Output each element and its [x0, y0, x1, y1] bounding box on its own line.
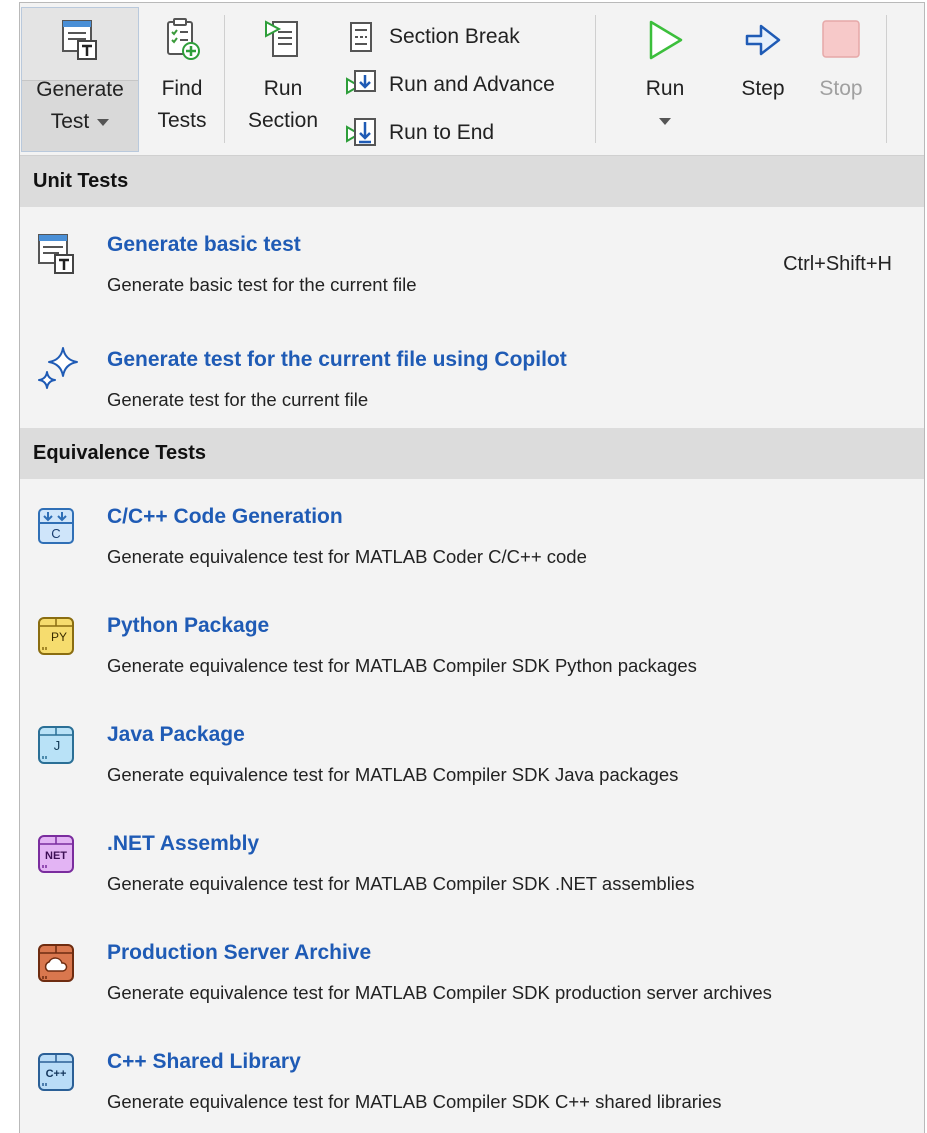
menu-item-title: Generate basic test	[107, 233, 301, 256]
java-badge-text: J	[54, 738, 61, 753]
section-break-label: Section Break	[389, 25, 520, 48]
chevron-down-icon	[97, 118, 110, 126]
menu-item-generate-basic-test[interactable]: Generate basic test Generate basic test …	[20, 207, 924, 320]
dotnet-badge-text: NET	[45, 850, 67, 862]
run-dropdown[interactable]	[659, 105, 671, 137]
run-to-end-button[interactable]: Run to End	[343, 109, 555, 157]
python-badge-text: PY	[51, 630, 67, 644]
equivalence-items: C C/C++ Code Generation Generate equival…	[20, 479, 924, 1133]
find-tests-icon	[162, 17, 202, 63]
menu-item-title: C/C++ Code Generation	[107, 505, 343, 528]
menu-item-description: Generate equivalence test for MATLAB Com…	[107, 873, 695, 894]
menu-item-description: Generate equivalence test for MATLAB Cod…	[107, 546, 587, 567]
find-tests-button[interactable]: Find Tests	[144, 7, 220, 152]
run-section-label-2: Section	[247, 109, 319, 132]
cpp-shared-library-icon: C++	[37, 1050, 77, 1096]
menu-item-description: Generate equivalence test for MATLAB Com…	[107, 655, 697, 676]
dotnet-assembly-icon: NET	[37, 832, 77, 878]
java-package-icon: J	[37, 723, 77, 769]
section-break-icon	[343, 19, 379, 55]
menu-item-cpp-shared-library[interactable]: C++ C++ Shared Library Generate equivale…	[20, 1024, 924, 1133]
python-package-icon: PY	[37, 614, 77, 660]
find-tests-label-1: Find	[161, 77, 203, 100]
section-actions: Section Break Run and Advance Run to End	[343, 13, 555, 157]
run-and-advance-label: Run and Advance	[389, 73, 555, 96]
toolbar-separator	[886, 15, 887, 143]
generate-test-label-1: Generate	[36, 78, 124, 101]
menu-item-description: Generate equivalence test for MATLAB Com…	[107, 982, 772, 1003]
toolbar-separator	[224, 15, 225, 143]
generate-test-label-2: Test	[51, 106, 110, 138]
menu-item-description: Generate equivalence test for MATLAB Com…	[107, 1091, 722, 1112]
menu-item-title: Generate test for the current file using…	[107, 348, 567, 371]
test-doc-icon	[37, 233, 77, 279]
menu-item-java-package[interactable]: J Java Package Generate equivalence test…	[20, 697, 924, 806]
stop-icon	[821, 17, 861, 63]
test-menu-window: Generate Test Find Tests Run Section Sec…	[19, 2, 925, 1133]
copilot-sparkle-icon	[37, 342, 78, 389]
menu-item-dotnet-assembly[interactable]: NET .NET Assembly Generate equivalence t…	[20, 806, 924, 915]
menu-item-title: Production Server Archive	[107, 941, 372, 964]
menu-item-generate-copilot-test[interactable]: Generate test for the current file using…	[20, 320, 924, 428]
step-icon	[743, 17, 783, 63]
menu-item-description: Generate test for the current file	[107, 389, 369, 410]
toolbar-separator	[595, 15, 596, 143]
run-label: Run	[645, 77, 685, 100]
run-button[interactable]: Run	[625, 7, 705, 152]
run-and-advance-button[interactable]: Run and Advance	[343, 61, 555, 109]
toolbar: Generate Test Find Tests Run Section Sec…	[20, 3, 924, 156]
keyboard-shortcut: Ctrl+Shift+H	[783, 253, 892, 275]
menu-item-title: Java Package	[107, 723, 245, 746]
run-section-label-1: Run	[263, 77, 303, 100]
menu-item-title: .NET Assembly	[107, 832, 260, 855]
run-section-icon	[263, 17, 303, 63]
generate-test-menu: Unit Tests Generate basic test Generate …	[20, 156, 924, 1133]
menu-item-python-package[interactable]: PY Python Package Generate equivalence t…	[20, 588, 924, 697]
menu-item-c-code-generation[interactable]: C C/C++ Code Generation Generate equival…	[20, 479, 924, 588]
chevron-down-icon	[659, 117, 671, 125]
equivalence-tests-header: Equivalence Tests	[20, 428, 924, 479]
run-to-end-icon	[343, 115, 379, 151]
run-to-end-label: Run to End	[389, 121, 495, 144]
menu-item-description: Generate basic test for the current file	[107, 274, 417, 295]
section-break-button[interactable]: Section Break	[343, 13, 555, 61]
run-play-icon	[645, 17, 685, 63]
c-code-icon: C	[37, 505, 77, 551]
menu-item-title: C++ Shared Library	[107, 1050, 301, 1073]
unit-tests-header: Unit Tests	[20, 156, 924, 207]
menu-item-production-server-archive[interactable]: Production Server Archive Generate equiv…	[20, 915, 924, 1024]
step-label: Step	[741, 77, 785, 100]
run-section-button[interactable]: Run Section	[235, 7, 331, 152]
run-and-advance-icon	[343, 67, 379, 103]
stop-label: Stop	[819, 77, 863, 100]
test-doc-icon	[60, 18, 100, 64]
menu-item-title: Python Package	[107, 614, 270, 637]
c-badge-text: C	[51, 526, 60, 541]
cpp-badge-text: C++	[46, 1068, 67, 1080]
menu-item-description: Generate equivalence test for MATLAB Com…	[107, 764, 679, 785]
production-server-icon	[37, 941, 77, 987]
generate-test-button[interactable]: Generate Test	[21, 7, 139, 152]
find-tests-label-2: Tests	[157, 109, 207, 132]
stop-button: Stop	[806, 7, 876, 152]
step-button[interactable]: Step	[728, 7, 798, 152]
